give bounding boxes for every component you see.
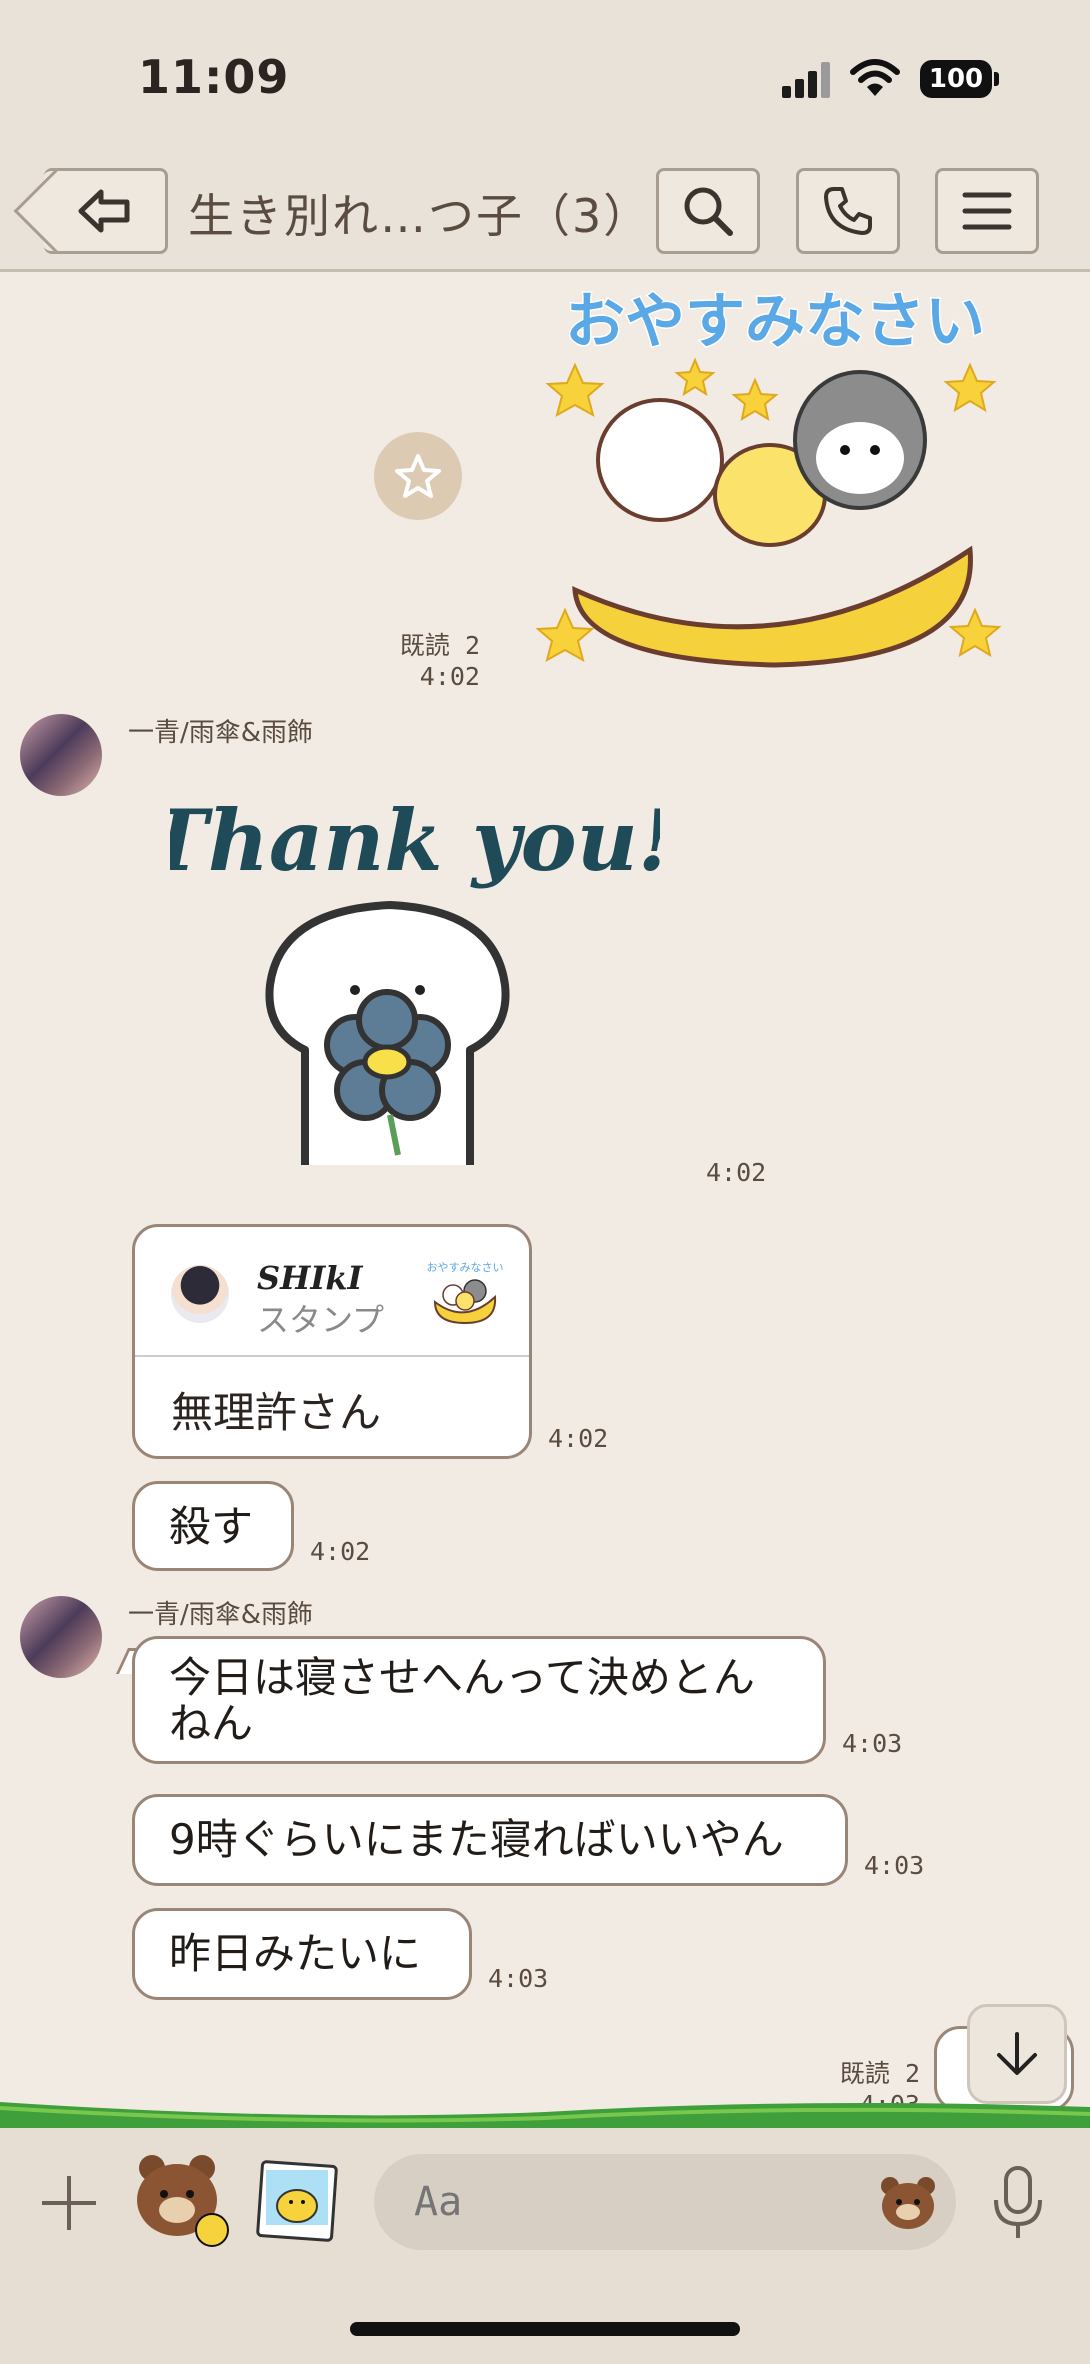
message-time: 4:02 <box>419 662 480 691</box>
plus-icon[interactable] <box>38 2172 100 2234</box>
message-time: 4:03 <box>842 1729 903 1758</box>
back-button[interactable] <box>13 168 168 254</box>
message-bubble[interactable]: 殺す <box>132 1481 294 1571</box>
read-receipt: 既読 2 4:02 <box>380 626 480 691</box>
share-card-message: 無理許さん <box>171 1388 382 1437</box>
message-text: 今日は寝させへんって決めとん ねん <box>135 1639 823 1747</box>
sender-name: 一青/雨傘&雨飾 <box>128 718 314 748</box>
sticker-caption: おやすみなさい <box>565 287 985 357</box>
sticker-caption: Thank you! <box>170 791 660 890</box>
message-time: 4:03 <box>864 1851 925 1880</box>
message-input[interactable] <box>374 2154 956 2250</box>
message-bubble[interactable]: 昨日みたいに <box>132 1908 472 2000</box>
message-line-1: 今日は寝させへんって決めとん <box>169 1653 755 1702</box>
star-icon <box>395 454 441 498</box>
shared-sticker-card[interactable]: SHIkI スタンプ おやすみなさい 無理許さん <box>132 1224 532 1459</box>
search-button[interactable] <box>656 168 760 254</box>
arrow-down-icon <box>997 2032 1037 2075</box>
phone-icon <box>824 187 872 235</box>
chat-title[interactable]: 生き別れ…つ子（3） <box>188 180 651 246</box>
avatar[interactable] <box>20 714 102 796</box>
hamburger-menu-icon <box>962 192 1012 230</box>
back-arrow-icon <box>78 189 129 233</box>
grass-decoration <box>0 2102 1090 2132</box>
cellular-signal-icon <box>782 62 832 98</box>
avatar[interactable] <box>20 1596 102 1678</box>
share-subtitle: スタンプ <box>257 1301 385 1339</box>
scroll-to-bottom-button[interactable] <box>967 2004 1067 2104</box>
status-bar: 11:09 100 <box>0 0 1090 150</box>
call-button[interactable] <box>796 168 900 254</box>
sticker-thank-you-image: Thank you! <box>145 791 675 1165</box>
battery-nub <box>994 72 999 86</box>
message-time: 4:03 <box>488 1964 549 1993</box>
message-text: 9時ぐらいにまた寝ればいいやん <box>169 1815 784 1864</box>
wifi-icon <box>850 59 900 96</box>
favorite-sticker-button[interactable] <box>374 432 462 520</box>
status-time: 11:09 <box>138 50 290 104</box>
share-sender-name: SHIkI <box>257 1259 363 1297</box>
read-label: 既読 2 <box>399 631 480 660</box>
home-indicator[interactable] <box>350 2322 740 2336</box>
read-label: 既読 2 <box>839 2059 920 2088</box>
sticker-shop-icon[interactable] <box>254 2158 340 2244</box>
sticker-goodnight[interactable]: おやすみなさい <box>530 280 1020 680</box>
sticker-button-icon[interactable] <box>132 2150 232 2250</box>
search-icon <box>684 187 733 236</box>
share-avatar <box>171 1265 229 1323</box>
message-text: 殺す <box>169 1502 254 1551</box>
message-time: 4:02 <box>310 1537 371 1566</box>
menu-button[interactable] <box>935 168 1039 254</box>
message-text: 昨日みたいに <box>169 1929 422 1978</box>
message-text-input[interactable] <box>414 2174 834 2230</box>
message-bubble[interactable]: 9時ぐらいにまた寝ればいいやん <box>132 1794 848 1886</box>
emoji-bear-icon[interactable] <box>878 2172 938 2232</box>
sticker-goodnight-image: おやすみなさい <box>535 286 1002 668</box>
microphone-icon[interactable] <box>988 2164 1048 2244</box>
sender-name: 一青/雨傘&雨飾 <box>128 1600 314 1630</box>
message-time: 4:02 <box>548 1424 609 1453</box>
sticker-thank-you[interactable]: Thank you! <box>145 770 675 1170</box>
chat-header: 生き別れ…つ子（3） <box>0 150 1090 272</box>
share-card-header[interactable]: SHIkI スタンプ おやすみなさい <box>135 1227 529 1357</box>
sticker-thumbnail: おやすみなさい <box>427 1261 503 1325</box>
message-bubble[interactable]: 今日は寝させへんって決めとん ねん <box>132 1636 826 1764</box>
message-time: 4:02 <box>706 1158 767 1187</box>
thumb-caption: おやすみなさい <box>427 1261 503 1274</box>
message-line-2: ねん <box>169 1699 254 1748</box>
battery-icon: 100 <box>920 60 992 98</box>
